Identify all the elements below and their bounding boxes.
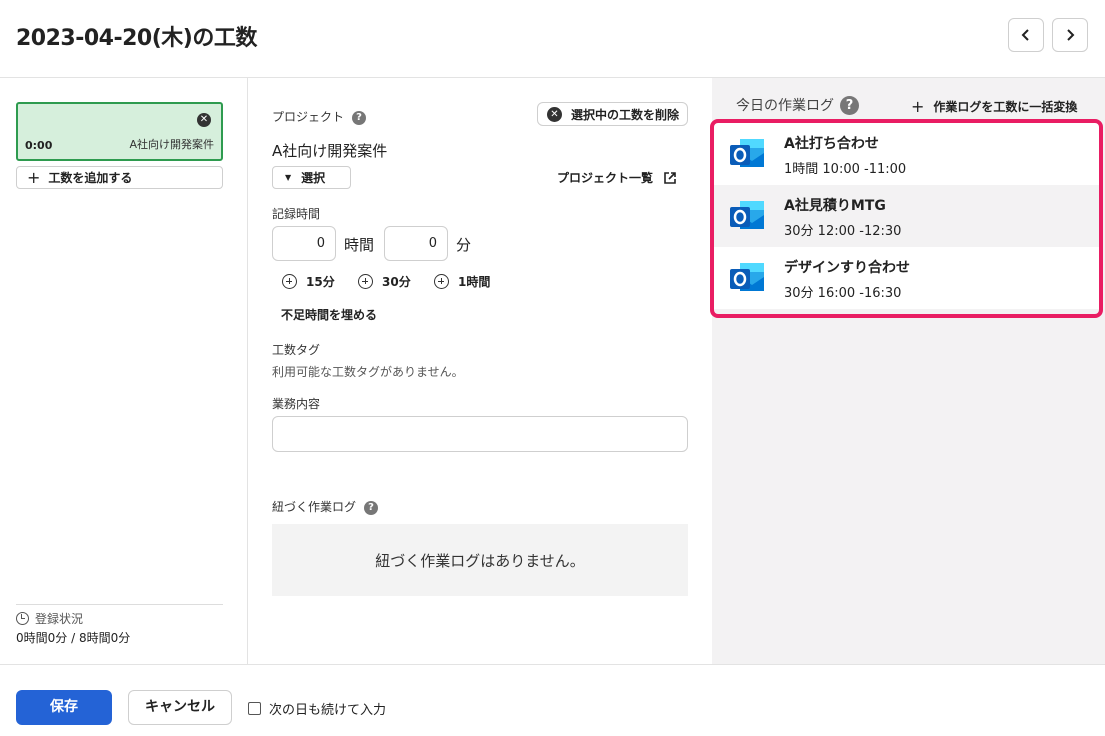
next-day-option[interactable]: 次の日も続けて入力 xyxy=(248,699,386,718)
time-entry-card[interactable]: ✕ 0:00 A社向け開発案件 xyxy=(16,102,223,161)
linked-logs-label-text: 紐づく作業ログ xyxy=(272,500,357,514)
help-icon[interactable]: ? xyxy=(352,110,367,125)
work-content-label: 業務内容 xyxy=(272,397,321,411)
minutes-input[interactable]: 0 xyxy=(384,226,448,261)
convert-all-button[interactable]: + 作業ログを工数に一括変換 xyxy=(911,97,1077,116)
quick-add-label: 30分 xyxy=(382,275,411,289)
delete-selected-button[interactable]: ✕ 選択中の工数を削除 xyxy=(537,102,688,126)
linked-logs-label: 紐づく作業ログ? xyxy=(272,498,379,515)
add-entry-button[interactable]: + 工数を追加する xyxy=(16,166,223,189)
select-label: 選択 xyxy=(301,171,326,185)
convert-all-label: 作業ログを工数に一括変換 xyxy=(933,100,1078,114)
status-label-text: 登録状況 xyxy=(35,612,84,626)
tags-empty-message: 利用可能な工数タグがありません。 xyxy=(272,365,464,379)
external-link-icon xyxy=(664,171,676,184)
record-time-label: 記録時間 xyxy=(272,207,321,221)
next-day-checkbox[interactable] xyxy=(248,702,261,715)
add-1hour-button[interactable]: 1時間 xyxy=(434,273,490,290)
page-title: 2023-04-20(木)の工数 xyxy=(16,26,257,51)
work-content-input[interactable] xyxy=(272,416,688,452)
close-circle-icon: ✕ xyxy=(547,106,562,122)
quick-add-label: 15分 xyxy=(306,275,335,289)
prev-day-button[interactable] xyxy=(1008,18,1044,52)
minutes-unit: 分 xyxy=(456,236,472,254)
plus-circle-icon xyxy=(434,274,449,289)
chevron-left-icon xyxy=(1021,29,1029,41)
work-log-title: 今日の作業ログ? xyxy=(736,95,859,115)
help-icon[interactable]: ? xyxy=(364,500,379,515)
header: 2023-04-20(木)の工数 xyxy=(0,0,1105,78)
close-icon[interactable]: ✕ xyxy=(197,113,211,127)
tags-label: 工数タグ xyxy=(272,343,321,357)
help-icon[interactable]: ? xyxy=(840,95,859,115)
project-name: A社向け開発案件 xyxy=(272,142,388,160)
footer: 保存 キャンセル 次の日も続けて入力 xyxy=(0,664,1105,736)
work-log-title-text: 今日の作業ログ xyxy=(736,98,834,114)
save-button[interactable]: 保存 xyxy=(16,690,112,725)
entry-time: 0:00 xyxy=(25,139,53,152)
fill-shortage-button[interactable]: 不足時間を埋める xyxy=(281,306,377,323)
next-day-label: 次の日も続けて入力 xyxy=(269,703,387,718)
next-day-button[interactable] xyxy=(1052,18,1088,52)
clock-icon xyxy=(16,612,29,625)
project-label-text: プロジェクト xyxy=(272,110,345,124)
work-log-panel: 今日の作業ログ? + 作業ログを工数に一括変換 A社打ち合わせ 1時間 10:0… xyxy=(710,78,1105,664)
linked-logs-empty: 紐づく作業ログはありません。 xyxy=(272,524,688,596)
chevron-right-icon xyxy=(1067,29,1075,41)
project-list-link[interactable]: プロジェクト一覧 xyxy=(557,169,677,186)
delete-label: 選択中の工数を削除 xyxy=(571,107,680,122)
plus-icon: + xyxy=(27,168,41,187)
entry-project: A社向け開発案件 xyxy=(129,138,214,151)
add-30min-button[interactable]: 30分 xyxy=(358,273,411,290)
caret-down-icon: ▼ xyxy=(285,173,292,182)
hours-unit: 時間 xyxy=(344,236,375,254)
hours-input[interactable]: 0 xyxy=(272,226,336,261)
status-label: 登録状況 xyxy=(16,610,83,627)
cancel-button[interactable]: キャンセル xyxy=(128,690,232,725)
project-select-button[interactable]: ▼ 選択 xyxy=(272,166,351,189)
plus-icon: + xyxy=(911,97,925,116)
add-15min-button[interactable]: 15分 xyxy=(282,273,335,290)
project-label: プロジェクト? xyxy=(272,108,367,125)
plus-circle-icon xyxy=(282,274,297,289)
add-entry-label: 工数を追加する xyxy=(48,171,133,185)
entry-form: プロジェクト? ✕ 選択中の工数を削除 A社向け開発案件 ▼ 選択 プロジェクト… xyxy=(248,78,712,664)
project-list-label: プロジェクト一覧 xyxy=(557,171,654,185)
divider xyxy=(16,604,223,605)
quick-add-label: 1時間 xyxy=(458,275,491,289)
status-value: 0時間0分 / 8時間0分 xyxy=(16,631,131,645)
entry-sidebar: ✕ 0:00 A社向け開発案件 + 工数を追加する 登録状況 0時間0分 / 8… xyxy=(0,78,248,664)
highlight-frame xyxy=(710,119,1103,318)
plus-circle-icon xyxy=(358,274,373,289)
